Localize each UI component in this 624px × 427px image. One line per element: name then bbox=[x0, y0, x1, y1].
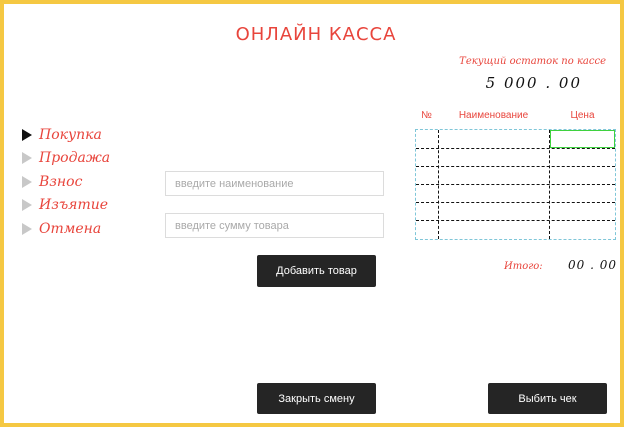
play-arrow-icon bbox=[22, 152, 32, 165]
column-header-name: Наименование bbox=[458, 110, 529, 121]
menu-item-label: Взнос bbox=[39, 173, 83, 190]
column-header-number: № bbox=[421, 110, 432, 121]
menu-item-label: Изъятие bbox=[39, 197, 109, 214]
menu-item-purchase[interactable]: Покупка bbox=[22, 123, 110, 147]
total-value: 00 . 00 bbox=[568, 258, 617, 272]
play-arrow-icon bbox=[22, 175, 32, 188]
play-arrow-icon bbox=[22, 199, 32, 212]
close-shift-button[interactable]: Закрыть смену bbox=[257, 383, 376, 414]
add-item-button[interactable]: Добавить товар bbox=[257, 255, 376, 287]
table-row-divider bbox=[416, 184, 615, 185]
column-header-price: Цена bbox=[570, 110, 595, 121]
page-title: ОНЛАЙН КАССА bbox=[235, 24, 397, 45]
table-row-divider bbox=[416, 166, 615, 167]
app-frame: ОНЛАЙН КАССА Текущий остаток по кассе 5 … bbox=[0, 0, 624, 427]
table-row-divider bbox=[416, 148, 615, 149]
balance-label: Текущий остаток по кассе bbox=[459, 56, 606, 67]
table-cell-selected[interactable] bbox=[550, 130, 615, 148]
table-row-divider bbox=[416, 202, 615, 203]
menu-item-label: Продажа bbox=[39, 150, 111, 167]
balance-value: 5 000 . 00 bbox=[485, 74, 582, 92]
item-name-input[interactable] bbox=[165, 171, 384, 196]
menu-item-label: Покупка bbox=[39, 126, 102, 143]
menu-item-deposit[interactable]: Взнос bbox=[22, 170, 110, 194]
items-table bbox=[415, 129, 616, 240]
play-arrow-icon bbox=[22, 222, 32, 235]
print-receipt-button[interactable]: Выбить чек bbox=[488, 383, 607, 414]
play-arrow-icon bbox=[22, 128, 32, 141]
table-row-divider bbox=[416, 220, 615, 221]
menu-item-sale[interactable]: Продажа bbox=[22, 147, 110, 171]
item-price-input[interactable] bbox=[165, 213, 384, 238]
total-label: Итого: bbox=[504, 261, 543, 272]
menu-item-withdrawal[interactable]: Изъятие bbox=[22, 194, 110, 218]
operation-menu: Покупка Продажа Взнос Изъятие Отмена bbox=[22, 123, 110, 241]
menu-item-cancel[interactable]: Отмена bbox=[22, 217, 110, 241]
menu-item-label: Отмена bbox=[39, 220, 102, 237]
